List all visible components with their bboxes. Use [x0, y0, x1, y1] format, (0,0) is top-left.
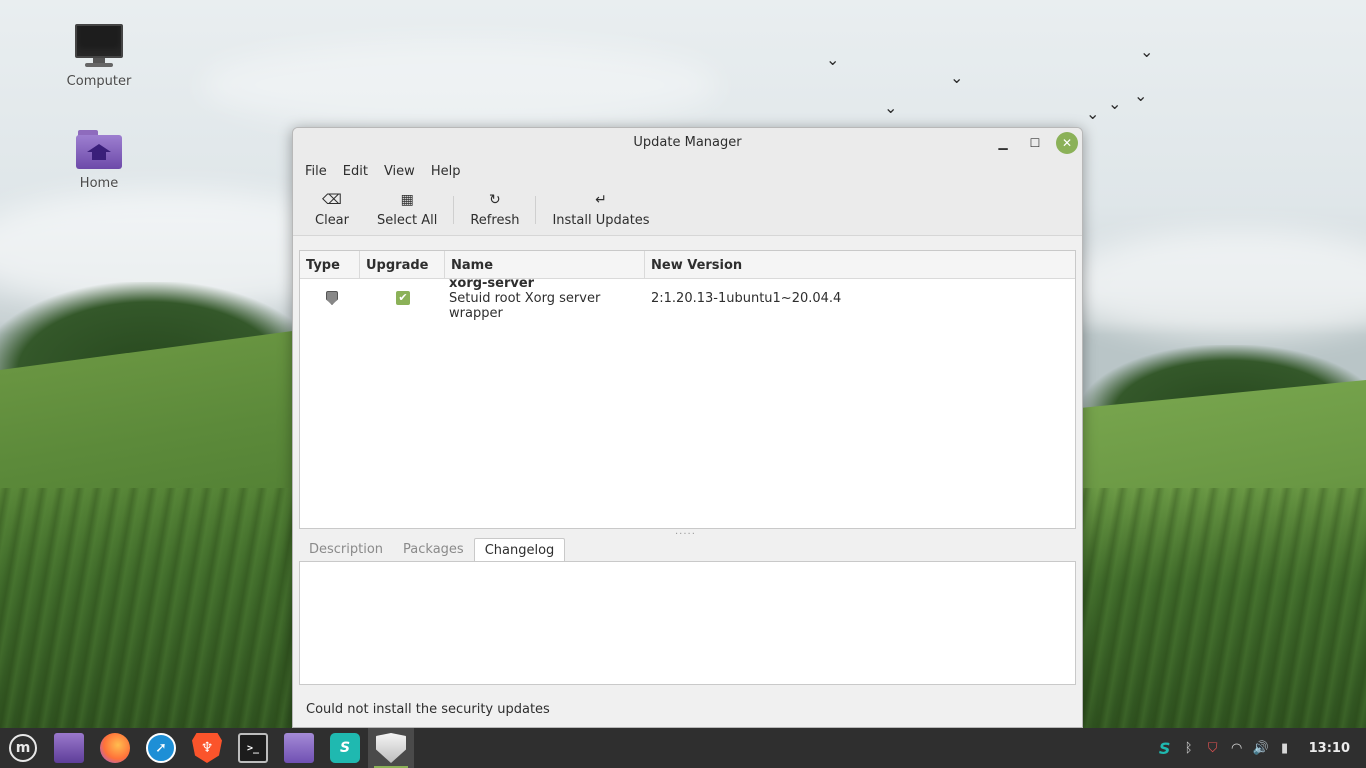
menu-button[interactable]: m [0, 728, 46, 768]
pane-resize-handle[interactable]: ····· [675, 529, 696, 540]
install-updates-label: Install Updates [552, 212, 650, 228]
toolbar-separator [453, 195, 455, 224]
computer-icon [75, 24, 123, 68]
toolbar-separator [535, 195, 537, 224]
tab-packages[interactable]: Packages [393, 538, 474, 562]
terminal-icon: >_ [238, 733, 268, 763]
table-header: Type Upgrade Name New Version [300, 251, 1075, 279]
select-all-button[interactable]: ▦ Select All [363, 186, 451, 234]
details-tabs: Description Packages Changelog [299, 538, 566, 562]
desktop-icon-label: Computer [66, 74, 132, 89]
launcher-files[interactable] [276, 728, 322, 768]
taskbar: m ➚ ♆ >_ S S ᛒ ⛉ ◠ 🔊 ▮ 13:10 [0, 728, 1366, 768]
refresh-button[interactable]: ↻ Refresh [456, 186, 533, 234]
menu-help[interactable]: Help [423, 164, 469, 179]
upgrade-checkbox[interactable]: ✔ [396, 291, 410, 305]
launcher-terminal[interactable]: >_ [230, 728, 276, 768]
status-message: Could not install the security updates [306, 702, 550, 717]
clear-label: Clear [315, 212, 349, 228]
volume-icon[interactable]: 🔊 [1249, 736, 1273, 760]
files-folder-icon [284, 733, 314, 763]
select-all-icon: ▦ [400, 191, 414, 208]
update-manager-window: Update Manager ▁ ☐ ✕ File Edit View Help… [292, 127, 1083, 728]
type-cell [300, 291, 360, 305]
window-titlebar[interactable]: Update Manager ▁ ☐ ✕ [293, 128, 1082, 158]
wifi-icon[interactable]: ◠ [1225, 736, 1249, 760]
compass-browser-icon: ➚ [146, 733, 176, 763]
window-title: Update Manager [633, 135, 742, 150]
launcher-brave[interactable]: ♆ [184, 728, 230, 768]
install-updates-button[interactable]: ↵ Install Updates [538, 186, 663, 234]
menu-edit[interactable]: Edit [335, 164, 376, 179]
tab-changelog[interactable]: Changelog [473, 538, 566, 562]
battery-icon[interactable]: ▮ [1273, 736, 1297, 760]
minimize-icon[interactable]: ▁ [992, 132, 1014, 154]
launcher-firefox[interactable] [92, 728, 138, 768]
clear-icon: ⌫ [322, 191, 342, 208]
desktop-icon-computer[interactable]: Computer [59, 24, 139, 89]
security-alert-icon[interactable]: ⛉ [1201, 736, 1225, 760]
new-version: 2:1.20.13-1ubuntu1~20.04.4 [651, 290, 842, 306]
launcher-compass[interactable]: ➚ [138, 728, 184, 768]
show-desktop-button[interactable] [46, 728, 92, 768]
bluetooth-icon[interactable]: ᛒ [1177, 736, 1201, 760]
security-shield-icon [326, 291, 338, 305]
name-cell: xorg-server Setuid root Xorg server wrap… [445, 276, 645, 321]
column-header-new-version[interactable]: New Version [645, 251, 1075, 278]
upgrade-cell: ✔ [360, 291, 445, 305]
changelog-panel[interactable] [299, 561, 1076, 685]
desktop-icon-label: Home [79, 176, 119, 191]
version-cell: 2:1.20.13-1ubuntu1~20.04.4 [645, 291, 1075, 306]
package-description: Setuid root Xorg server wrapper [449, 290, 601, 321]
firefox-icon [100, 733, 130, 763]
refresh-icon: ↻ [489, 191, 501, 208]
toolbar: ⌫ Clear ▦ Select All ↻ Refresh ↵ Install… [293, 184, 1082, 236]
select-all-label: Select All [377, 212, 438, 228]
clear-button[interactable]: ⌫ Clear [301, 186, 363, 234]
system-tray: S ᛒ ⛉ ◠ 🔊 ▮ 13:10 [1153, 736, 1366, 760]
refresh-label: Refresh [470, 212, 520, 228]
updates-table: Type Upgrade Name New Version ✔ xorg-ser… [299, 250, 1076, 529]
column-header-type[interactable]: Type [300, 251, 360, 278]
launcher-surfshark[interactable]: S [322, 728, 368, 768]
maximize-icon[interactable]: ☐ [1024, 132, 1046, 154]
clock[interactable]: 13:10 [1309, 741, 1350, 756]
menu-view[interactable]: View [376, 164, 423, 179]
show-desktop-icon [54, 733, 84, 763]
menu-file[interactable]: File [297, 164, 335, 179]
home-folder-icon [76, 130, 122, 170]
menubar: File Edit View Help [293, 158, 1082, 184]
desktop-icon-home[interactable]: Home [59, 130, 139, 191]
update-manager-shield-icon [376, 733, 406, 763]
column-header-upgrade[interactable]: Upgrade [360, 251, 445, 278]
brave-browser-icon: ♆ [192, 733, 222, 763]
table-row[interactable]: ✔ xorg-server Setuid root Xorg server wr… [300, 276, 1075, 321]
surfshark-tray-icon[interactable]: S [1153, 736, 1177, 760]
package-name: xorg-server [449, 275, 535, 291]
close-icon[interactable]: ✕ [1056, 132, 1078, 154]
install-icon: ↵ [595, 191, 607, 208]
tab-description[interactable]: Description [299, 538, 393, 562]
surfshark-icon: S [330, 733, 360, 763]
window-button-update-manager[interactable] [368, 728, 414, 768]
linux-mint-menu-icon: m [9, 734, 37, 762]
column-header-name[interactable]: Name [445, 251, 645, 278]
